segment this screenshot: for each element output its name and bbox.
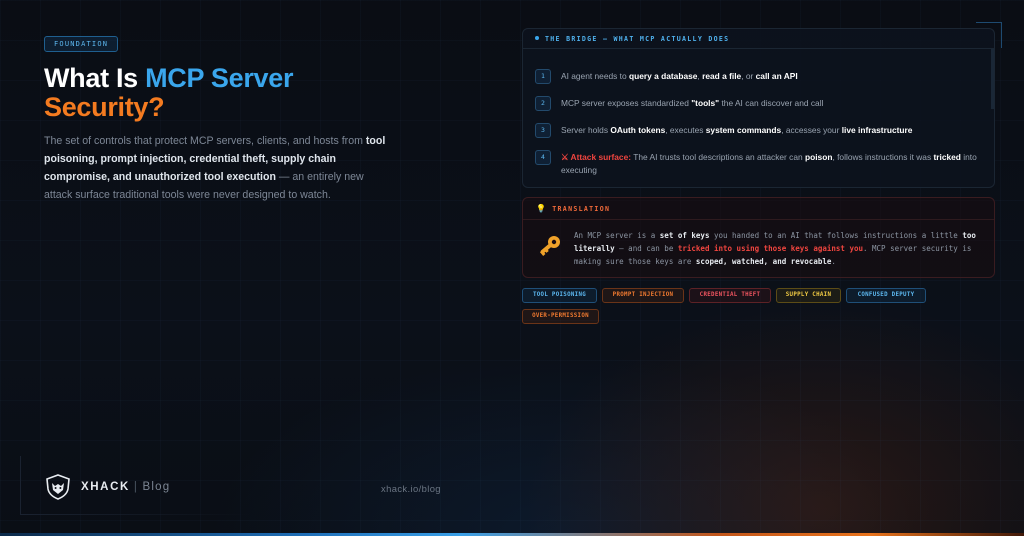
translation-text: An MCP server is a set of keys you hande…	[574, 231, 976, 267]
footer-divider	[20, 514, 250, 515]
step-number: 2	[535, 96, 551, 111]
step-text: AI agent needs to query a database, read…	[561, 71, 798, 81]
step-number: 1	[535, 69, 551, 84]
title-tail: Security?	[44, 92, 165, 122]
brand-section: Blog	[142, 481, 171, 493]
tag-prompt-injection[interactable]: PROMPT INJECTION	[602, 288, 684, 303]
fox-shield-icon[interactable]	[45, 474, 71, 500]
bullet-dot-icon	[535, 36, 539, 40]
brand-separator: |	[133, 481, 139, 493]
translation-panel-header: 💡 TRANSLATION	[523, 198, 994, 220]
footer-brand[interactable]: XHACK | Blog	[81, 481, 170, 493]
page-description: The set of controls that protect MCP ser…	[44, 132, 394, 204]
bridge-panel: THE BRIDGE — WHAT MCP ACTUALLY DOES 1 AI…	[522, 28, 995, 188]
step-number: 3	[535, 123, 551, 138]
page-title: What Is MCP Server Security?	[44, 64, 464, 122]
step-number: 4	[535, 150, 551, 165]
bridge-panel-title: THE BRIDGE — WHAT MCP ACTUALLY DOES	[545, 35, 730, 43]
translation-panel: 💡 TRANSLATION An MCP server is a set of k…	[522, 197, 995, 278]
bridge-panel-header: THE BRIDGE — WHAT MCP ACTUALLY DOES	[523, 29, 994, 49]
tag-supply-chain[interactable]: SUPPLY CHAIN	[776, 288, 841, 303]
tag-credential-theft[interactable]: CREDENTIAL THEFT	[689, 288, 771, 303]
title-highlight: MCP Server	[145, 63, 294, 93]
panel-scroll-rail	[991, 49, 994, 109]
step-text: Server holds OAuth tokens, executes syst…	[561, 125, 913, 135]
footer-divider	[20, 456, 21, 514]
tag-over-permission[interactable]: OVER-PERMISSION	[522, 309, 599, 324]
translation-panel-title: TRANSLATION	[552, 205, 611, 213]
attack-surface-label: ⚔ Attack surface:	[561, 152, 632, 162]
tag-tool-poisoning[interactable]: TOOL POISONING	[522, 288, 597, 303]
brand-name: XHACK	[81, 481, 130, 493]
section-badge: FOUNDATION	[44, 36, 119, 52]
key-icon	[539, 236, 560, 256]
step-text: ⚔ Attack surface: The AI trusts tool des…	[561, 152, 977, 175]
footer-url-link[interactable]: xhack.io/blog	[381, 483, 441, 494]
tag-confused-deputy[interactable]: CONFUSED DEPUTY	[846, 288, 926, 303]
step-text: MCP server exposes standardized "tools" …	[561, 98, 824, 108]
description-text: The set of controls that protect MCP ser…	[44, 135, 366, 147]
lightbulb-icon: 💡	[536, 204, 548, 213]
title-lead: What Is	[44, 63, 146, 93]
